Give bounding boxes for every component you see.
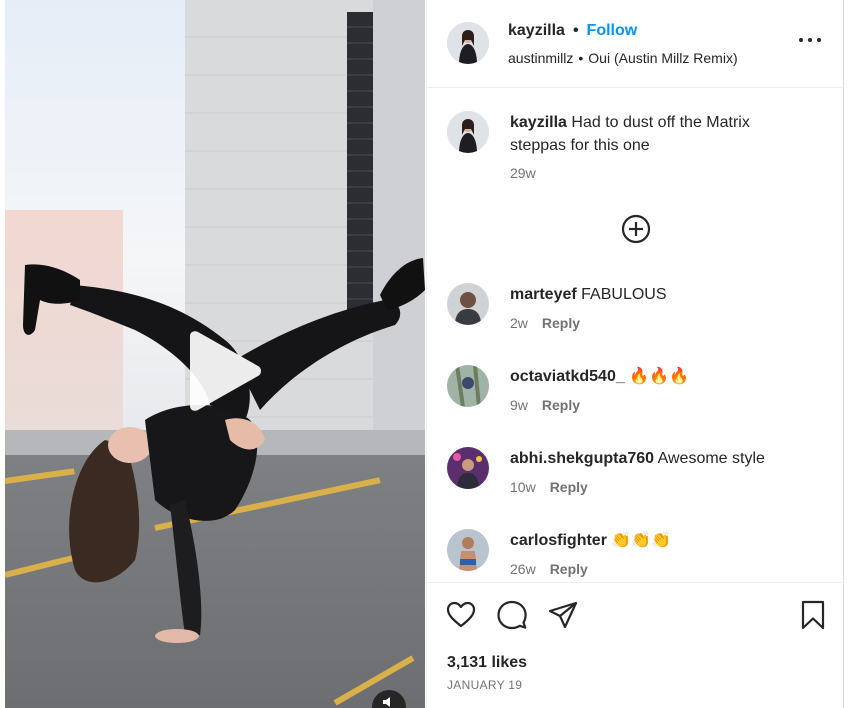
separator-dot: • xyxy=(572,22,579,39)
sound-icon xyxy=(383,697,390,707)
author-avatar[interactable] xyxy=(447,22,489,64)
post-media-video[interactable] xyxy=(5,0,425,708)
audio-separator: • xyxy=(578,50,584,66)
plus-circle-icon[interactable] xyxy=(620,213,652,245)
comments-section: kayzilla Had to dust off the Matrix step… xyxy=(427,89,845,581)
caption-timestamp[interactable]: 29w xyxy=(510,165,536,181)
comment-icon[interactable] xyxy=(497,600,527,630)
caption-meta: 29w xyxy=(510,165,536,181)
comment-text: Awesome style xyxy=(657,450,765,467)
bookmark-icon[interactable] xyxy=(798,600,828,630)
follow-button[interactable]: Follow xyxy=(587,22,638,40)
post-header: kayzilla • Follow austinmillz • Oui (Aus… xyxy=(427,0,845,88)
avatar[interactable] xyxy=(447,111,489,153)
comment-meta: 26w Reply xyxy=(510,561,588,577)
comment-username[interactable]: abhi.shekgupta760 xyxy=(510,450,654,467)
audio-track-link[interactable]: Oui (Austin Millz Remix) xyxy=(588,50,737,66)
play-icon[interactable] xyxy=(182,330,264,412)
reply-button[interactable]: Reply xyxy=(550,479,588,495)
comment-text-block: marteyef FABULOUS xyxy=(510,283,810,306)
post-actions: 3,131 likes JANUARY 19 xyxy=(427,582,845,708)
audio-row: austinmillz • Oui (Austin Millz Remix) xyxy=(508,50,738,66)
paper-plane-icon[interactable] xyxy=(548,600,578,630)
comment-meta: 2w Reply xyxy=(510,315,580,331)
caption-text-block: kayzilla Had to dust off the Matrix step… xyxy=(510,111,810,157)
heart-icon[interactable] xyxy=(446,600,476,630)
avatar[interactable] xyxy=(447,529,489,571)
comment-text-block: carlosfighter 👏👏👏 xyxy=(510,529,810,552)
comment-text-block: abhi.shekgupta760 Awesome style xyxy=(510,447,810,470)
more-options-icon[interactable] xyxy=(799,38,821,46)
comment-timestamp[interactable]: 2w xyxy=(510,315,528,331)
audio-artist-link[interactable]: austinmillz xyxy=(508,50,573,66)
comment-text: 👏👏👏 xyxy=(611,532,672,549)
comment-timestamp[interactable]: 26w xyxy=(510,561,536,577)
post-date[interactable]: JANUARY 19 xyxy=(447,678,522,692)
comment-timestamp[interactable]: 9w xyxy=(510,397,528,413)
comment-username[interactable]: marteyef xyxy=(510,286,577,303)
avatar[interactable] xyxy=(447,447,489,489)
post-details-panel: kayzilla • Follow austinmillz • Oui (Aus… xyxy=(426,0,845,708)
reply-button[interactable]: Reply xyxy=(542,315,580,331)
reply-button[interactable]: Reply xyxy=(542,397,580,413)
comment-text-block: octaviatkd540_ 🔥🔥🔥 xyxy=(510,365,810,388)
comment-text: FABULOUS xyxy=(581,286,667,303)
comment-username[interactable]: carlosfighter xyxy=(510,532,607,549)
author-username[interactable]: kayzilla xyxy=(508,22,565,40)
likes-count[interactable]: 3,131 likes xyxy=(447,654,527,672)
comment-username[interactable]: octaviatkd540_ xyxy=(510,368,625,385)
comment-timestamp[interactable]: 10w xyxy=(510,479,536,495)
comment-text: 🔥🔥🔥 xyxy=(629,368,689,385)
avatar[interactable] xyxy=(447,283,489,325)
reply-button[interactable]: Reply xyxy=(550,561,588,577)
avatar[interactable] xyxy=(447,365,489,407)
author-row: kayzilla • Follow xyxy=(508,22,637,40)
comment-meta: 9w Reply xyxy=(510,397,580,413)
caption-username[interactable]: kayzilla xyxy=(510,114,567,131)
comment-meta: 10w Reply xyxy=(510,479,588,495)
